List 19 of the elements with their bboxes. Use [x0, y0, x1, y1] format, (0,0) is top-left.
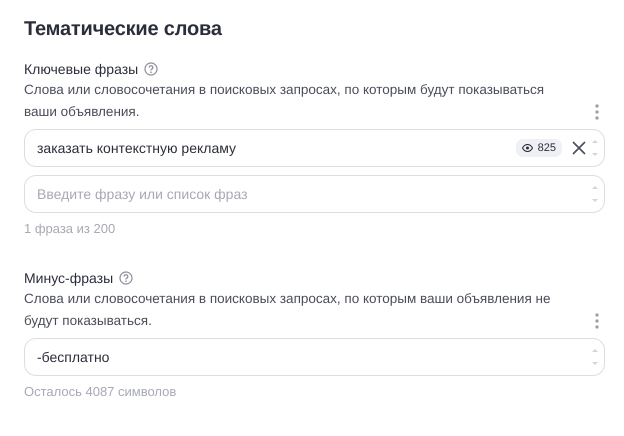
- field-description: Слова или словосочетания в поисковых запросах, по которым будут показываться ваши объявления.: [24, 81, 546, 121]
- views-badge: 825: [516, 139, 562, 157]
- input-field[interactable]: заказать контекстную рекламу 825: [24, 129, 605, 167]
- close-button[interactable]: [570, 139, 588, 157]
- scroll-arrows-icon: [592, 138, 598, 158]
- field-description: Слова или словосочетания в поисковых запросах, по которым ваши объявления не будут показываться.: [24, 290, 552, 330]
- help-icon[interactable]: [144, 62, 158, 76]
- more-icon[interactable]: [595, 313, 599, 329]
- scroll-arrows-icon: [592, 184, 598, 204]
- section-title: Тематические слова: [24, 18, 224, 41]
- field-hint: 1 фраза из 200: [24, 221, 116, 236]
- input-field[interactable]: -бесплатно: [24, 338, 605, 376]
- field-hint: Осталось 4087 символов: [24, 384, 178, 399]
- field-label: Ключевые фразы: [24, 61, 138, 77]
- scroll-arrows-icon: [592, 347, 598, 367]
- more-icon[interactable]: [595, 104, 599, 120]
- help-icon[interactable]: [119, 271, 134, 285]
- field-label: Минус-фразы: [24, 270, 114, 286]
- eye-icon: [522, 144, 533, 152]
